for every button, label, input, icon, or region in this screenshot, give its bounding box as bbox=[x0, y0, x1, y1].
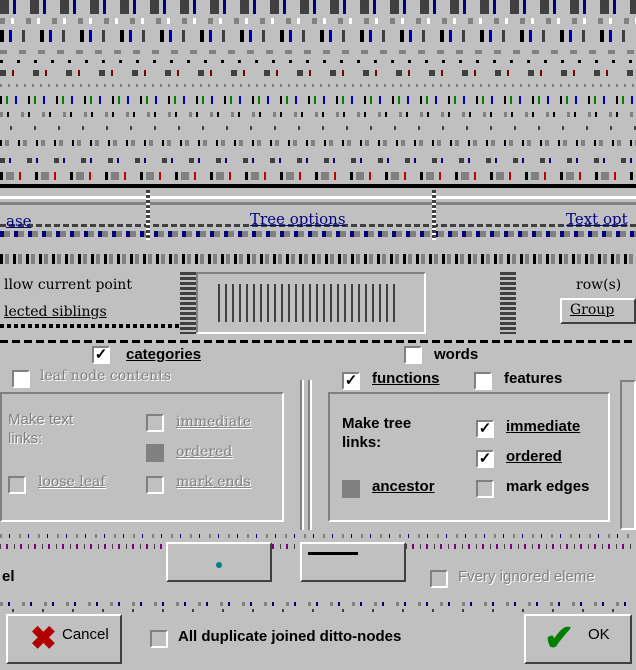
group-button[interactable]: Group bbox=[560, 298, 636, 324]
leaf-contents-label: leaf node contents bbox=[40, 368, 171, 384]
tab-strip: ase Tree options Text opt bbox=[0, 190, 636, 240]
text-links-panel: Make text links: immediate ordered loose… bbox=[0, 392, 284, 522]
red-x-icon: ✖ bbox=[30, 620, 57, 656]
cancel-label: Cancel bbox=[62, 626, 109, 643]
tree-immediate-checkbox[interactable]: ✓ bbox=[476, 420, 494, 438]
words-checkbox[interactable] bbox=[404, 346, 422, 364]
cancel-button[interactable]: ✖ Cancel bbox=[6, 614, 122, 664]
ok-label: OK bbox=[588, 626, 610, 643]
categories-label: categories bbox=[126, 346, 202, 363]
duplicate-ditto-label: All duplicate joined ditto-nodes bbox=[178, 628, 402, 645]
tree-ordered-checkbox[interactable]: ✓ bbox=[476, 450, 494, 468]
mark-ends-checkbox[interactable] bbox=[146, 476, 164, 494]
ignored-elements-checkbox[interactable] bbox=[430, 570, 448, 588]
tab-prev-fragment[interactable]: ase bbox=[6, 212, 32, 230]
leaf-contents-checkbox[interactable] bbox=[12, 370, 30, 388]
vertical-separator bbox=[300, 380, 316, 530]
loose-leaf-label: loose leaf bbox=[38, 474, 106, 490]
reset-button[interactable] bbox=[300, 542, 406, 582]
ignored-elements-label: Fvery ignored eleme bbox=[458, 568, 595, 585]
words-label: words bbox=[434, 346, 479, 363]
ancestor-label: ancestor bbox=[372, 478, 435, 495]
features-label: features bbox=[504, 370, 563, 387]
text-immediate-label: immediate bbox=[176, 414, 252, 430]
duplicate-ditto-checkbox[interactable] bbox=[150, 630, 168, 648]
follow-current-point-label: llow current point bbox=[4, 277, 132, 293]
categories-checkbox[interactable]: ✓ bbox=[92, 346, 110, 364]
options-row: ✓ categories words leaf node contents ✓ … bbox=[0, 330, 636, 390]
tree-immediate-label: immediate bbox=[506, 418, 581, 435]
text-ordered-checkbox[interactable] bbox=[146, 444, 164, 462]
tree-ordered-label: ordered bbox=[506, 448, 562, 465]
mark-ends-label: mark ends bbox=[176, 474, 251, 490]
partial-label: el bbox=[2, 568, 15, 585]
functions-checkbox[interactable]: ✓ bbox=[342, 372, 360, 390]
tab-text-options[interactable]: Text opt bbox=[566, 210, 628, 228]
tree-links-panel: Make tree links: ✓ immediate ✓ ordered a… bbox=[328, 392, 610, 522]
mark-edges-label: mark edges bbox=[506, 478, 590, 495]
functions-label: functions bbox=[372, 370, 440, 387]
selection-header-row: llow current point row(s) lected sibling… bbox=[0, 240, 636, 334]
ok-button[interactable]: ✔ OK bbox=[524, 614, 632, 664]
green-check-icon: ✔ bbox=[544, 617, 575, 658]
right-scroll-area[interactable] bbox=[620, 380, 636, 530]
mark-edges-checkbox[interactable] bbox=[476, 480, 494, 498]
text-ordered-label: ordered bbox=[176, 444, 233, 460]
features-checkbox[interactable] bbox=[474, 372, 492, 390]
apply-button[interactable] bbox=[166, 542, 272, 582]
loose-leaf-checkbox[interactable] bbox=[8, 476, 26, 494]
current-point-field[interactable] bbox=[196, 272, 426, 334]
rows-label: row(s) bbox=[576, 277, 622, 293]
title-bar-region bbox=[0, 0, 636, 190]
make-tree-links-title: Make tree links: bbox=[342, 415, 412, 451]
tab-tree-options[interactable]: Tree options bbox=[250, 210, 346, 228]
make-text-links-title: Make text links: bbox=[8, 411, 74, 447]
ancestor-checkbox[interactable] bbox=[342, 480, 360, 498]
selected-siblings-link[interactable]: lected siblings bbox=[4, 304, 107, 320]
text-immediate-checkbox[interactable] bbox=[146, 414, 164, 432]
